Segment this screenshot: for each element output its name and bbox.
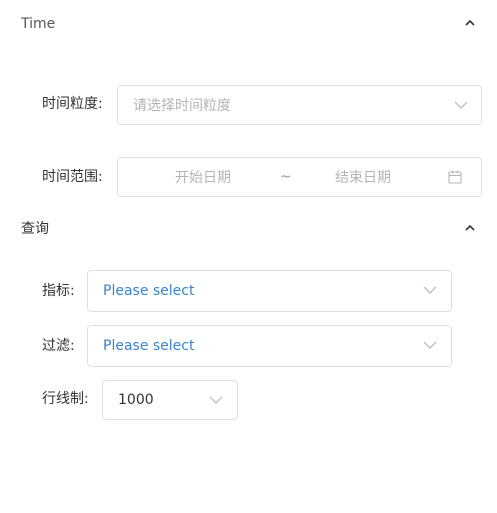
- time-range-label: 时间范围:: [42, 169, 103, 185]
- row-limit-value: 1000: [118, 392, 154, 408]
- chevron-down-icon: [209, 396, 223, 404]
- chevron-up-icon: [465, 224, 475, 231]
- row-limit-label: 行线制:: [42, 391, 89, 407]
- calendar-icon[interactable]: [448, 170, 462, 184]
- query-section-title: 查询: [21, 221, 49, 237]
- time-section-title: Time: [21, 16, 56, 32]
- metrics-select[interactable]: Please select: [87, 270, 452, 312]
- filter-label: 过滤:: [42, 338, 75, 354]
- time-section-header[interactable]: Time: [0, 2, 497, 42]
- start-date-input[interactable]: 开始日期: [175, 167, 231, 187]
- metrics-label: 指标:: [42, 283, 75, 299]
- filter-select[interactable]: Please select: [87, 325, 452, 367]
- filter-placeholder: Please select: [103, 338, 195, 354]
- metrics-placeholder: Please select: [103, 283, 195, 299]
- query-collapse-toggle[interactable]: [460, 219, 480, 239]
- granularity-select[interactable]: 请选择时间粒度: [117, 85, 482, 125]
- query-section-header[interactable]: 查询: [0, 207, 497, 247]
- time-range-picker[interactable]: 开始日期 ~ 结束日期: [117, 157, 482, 197]
- chevron-up-icon: [465, 19, 475, 26]
- row-limit-select[interactable]: 1000: [102, 380, 238, 420]
- end-date-input[interactable]: 结束日期: [335, 167, 391, 187]
- chevron-down-icon: [423, 341, 437, 349]
- range-separator: ~: [280, 169, 292, 185]
- chevron-down-icon: [423, 286, 437, 294]
- granularity-label: 时间粒度:: [42, 96, 103, 112]
- time-collapse-toggle[interactable]: [460, 14, 480, 34]
- granularity-placeholder: 请选择时间粒度: [133, 98, 231, 114]
- chevron-down-icon: [454, 101, 468, 109]
